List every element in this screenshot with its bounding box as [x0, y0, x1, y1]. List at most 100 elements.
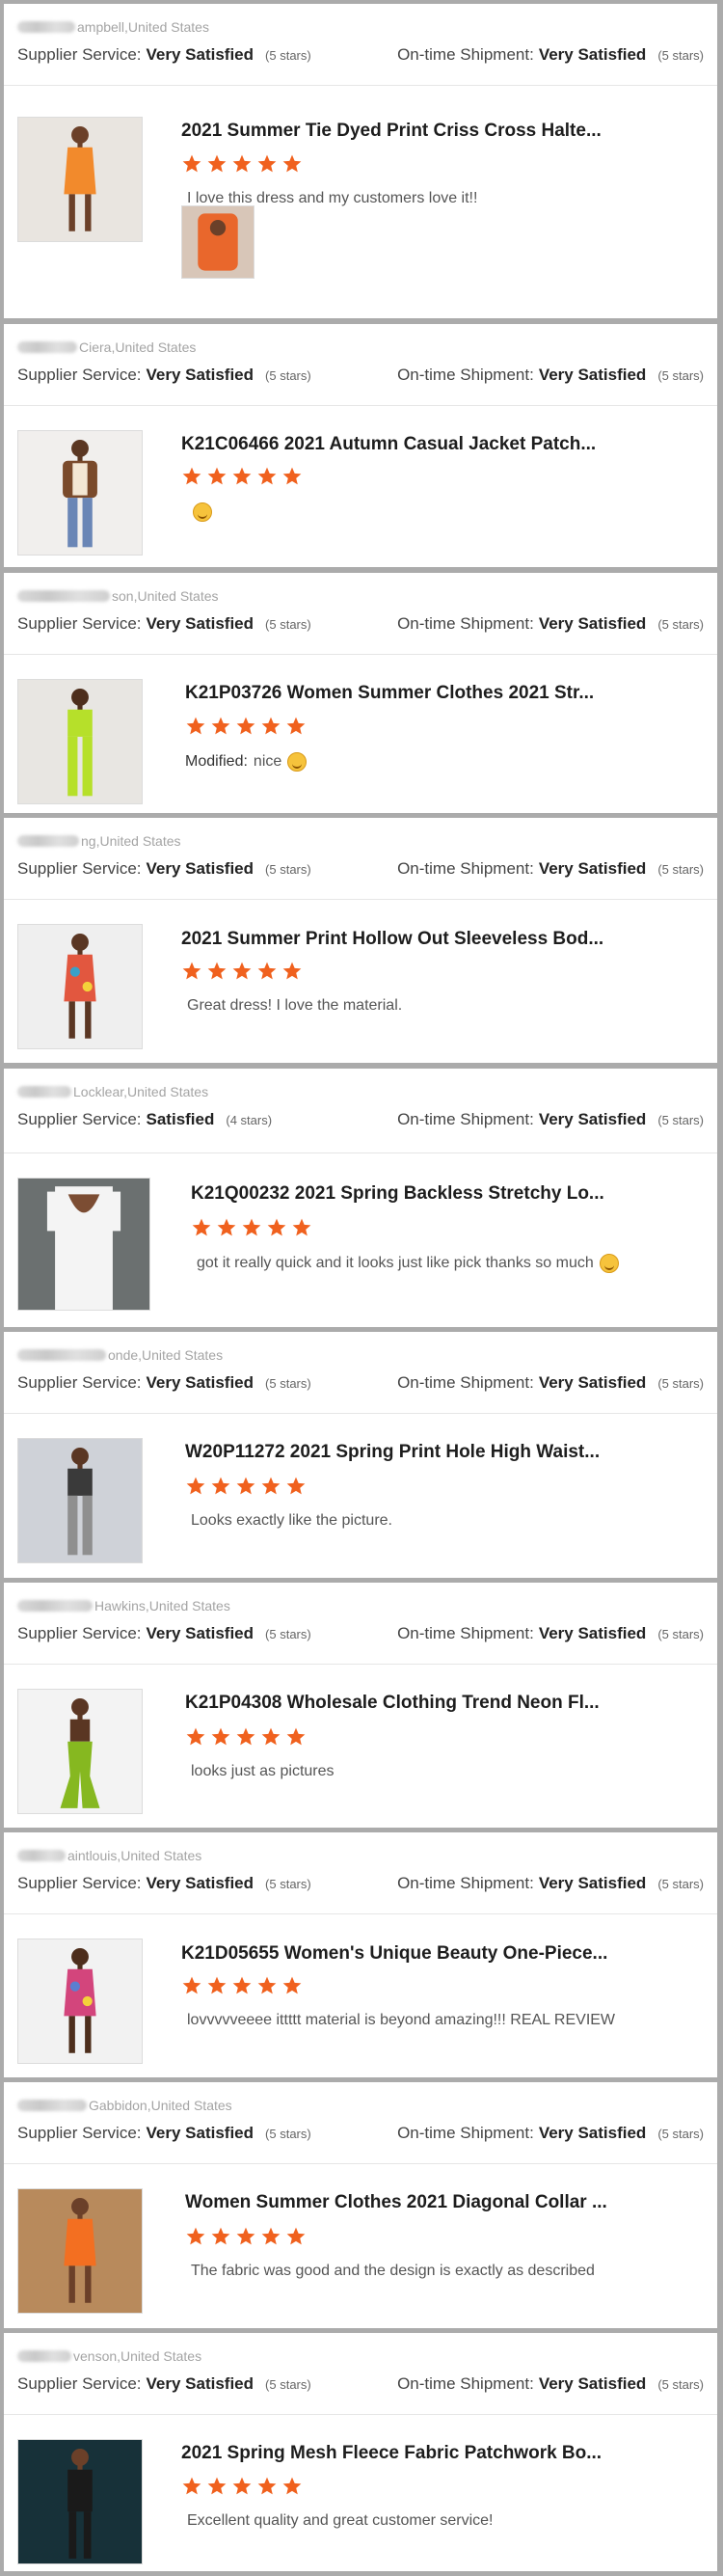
star-icon	[281, 466, 303, 487]
product-title-link[interactable]: K21P04308 Wholesale Clothing Trend Neon …	[185, 1693, 600, 1714]
star-icon	[256, 466, 278, 487]
review-comment-text: Looks exactly like the picture.	[191, 1512, 392, 1529]
star-icon	[281, 2476, 303, 2497]
star-icon	[260, 1726, 281, 1748]
product-thumbnail[interactable]	[17, 1939, 143, 2064]
star-icon	[206, 1975, 228, 1996]
ontime-shipment-stars: (5 stars)	[657, 616, 704, 632]
reviewer-name-redacted	[17, 2350, 71, 2362]
star-icon	[181, 1975, 202, 1996]
reviewer-name-redacted	[17, 1086, 71, 1098]
review-star-rating	[191, 1217, 312, 1238]
review-header: ng,United States Supplier Service: Very …	[4, 818, 717, 900]
review-comment-text: looks just as pictures	[191, 1763, 335, 1779]
review-comment-text: nice	[253, 753, 282, 770]
product-thumbnail[interactable]	[17, 1689, 143, 1814]
supplier-service-stars: (5 stars)	[265, 616, 311, 632]
ontime-shipment-label: On-time Shipment:	[397, 2124, 534, 2142]
product-title-link[interactable]: K21C06466 2021 Autumn Casual Jacket Patc…	[181, 434, 596, 455]
product-thumbnail[interactable]	[17, 117, 143, 242]
reviewer-info: Gabbidon,United States	[4, 2082, 717, 2114]
review-star-rating	[185, 716, 307, 737]
review-comment-text: Excellent quality and great customer ser…	[187, 2512, 494, 2529]
supplier-service-rating: Very Satisfied	[146, 2374, 254, 2393]
review-header: Locklear,United States Supplier Service:…	[4, 1069, 717, 1153]
review-comment-text: lovvvvveeee ittttt material is beyond am…	[187, 2012, 616, 2028]
review-comment: The fabric was good and the design is ex…	[185, 2263, 595, 2280]
star-icon	[206, 2476, 228, 2497]
reviewer-name-redacted	[17, 21, 75, 33]
reviewer-location: Hawkins,United States	[94, 1598, 230, 1613]
star-icon	[285, 1726, 307, 1748]
review-comment: Excellent quality and great customer ser…	[181, 2512, 493, 2530]
star-icon	[206, 153, 228, 175]
ontime-shipment-rating: Very Satisfied	[538, 2124, 647, 2142]
star-icon	[210, 2226, 231, 2247]
product-title-link[interactable]: K21P03726 Women Summer Clothes 2021 Str.…	[185, 683, 594, 704]
reviewer-name-redacted	[17, 1850, 66, 1861]
review-star-rating	[181, 1975, 303, 1996]
supplier-service-stars: (5 stars)	[265, 2126, 311, 2141]
ontime-shipment: On-time Shipment: Very Satisfied (5 star…	[397, 1874, 717, 1893]
review-comment-text: Great dress! I love the material.	[187, 997, 403, 1014]
product-thumbnail[interactable]	[17, 2439, 143, 2564]
product-title-link[interactable]: W20P11272 2021 Spring Print Hole High Wa…	[185, 1442, 600, 1463]
supplier-service-label: Supplier Service:	[17, 859, 142, 878]
review-card: Ciera,United States Supplier Service: Ve…	[4, 324, 717, 567]
product-thumbnail[interactable]	[17, 1178, 150, 1311]
supplier-service-label: Supplier Service:	[17, 1874, 142, 1892]
review-header: Hawkins,United States Supplier Service: …	[4, 1583, 717, 1665]
product-thumbnail[interactable]	[17, 2188, 143, 2314]
supplier-service-rating: Very Satisfied	[146, 45, 254, 64]
star-icon	[256, 961, 278, 982]
review-comment: Modified: nice	[185, 752, 308, 772]
review-header: onde,United States Supplier Service: Ver…	[4, 1332, 717, 1414]
product-title-link[interactable]: K21D05655 Women's Unique Beauty One-Piec…	[181, 1943, 607, 1965]
ontime-shipment-label: On-time Shipment:	[397, 1874, 534, 1892]
review-card: son,United States Supplier Service: Very…	[4, 573, 717, 813]
ontime-shipment: On-time Shipment: Very Satisfied (5 star…	[397, 2374, 717, 2394]
review-comment: Great dress! I love the material.	[181, 997, 402, 1015]
product-title-link[interactable]: 2021 Spring Mesh Fleece Fabric Patchwork…	[181, 2443, 602, 2464]
star-icon	[206, 961, 228, 982]
reviewer-location: aintlouis,United States	[67, 1848, 202, 1863]
star-icon	[235, 2226, 256, 2247]
ontime-shipment-rating: Very Satisfied	[538, 366, 647, 384]
supplier-service-label: Supplier Service:	[17, 1373, 142, 1392]
ontime-shipment-rating: Very Satisfied	[538, 45, 647, 64]
smiley-emoji-icon	[287, 752, 308, 772]
star-icon	[256, 153, 278, 175]
product-title-link[interactable]: 2021 Summer Print Hollow Out Sleeveless …	[181, 929, 603, 950]
reviewer-location: venson,United States	[73, 2348, 202, 2364]
supplier-service-rating: Very Satisfied	[146, 1874, 254, 1892]
product-thumbnail[interactable]	[17, 679, 143, 804]
star-icon	[185, 1726, 206, 1748]
product-thumbnail[interactable]	[17, 430, 143, 556]
product-title-link[interactable]: K21Q00232 2021 Spring Backless Stretchy …	[191, 1183, 604, 1205]
reviewer-location: son,United States	[112, 588, 219, 604]
star-icon	[260, 1476, 281, 1497]
reviewer-info: Ciera,United States	[4, 324, 717, 356]
product-thumbnail[interactable]	[17, 924, 143, 1049]
ontime-shipment-stars: (5 stars)	[657, 1876, 704, 1891]
product-thumbnail[interactable]	[17, 1438, 143, 1563]
ontime-shipment-label: On-time Shipment:	[397, 614, 534, 633]
service-ratings: Supplier Service: Satisfied (4 stars) On…	[4, 1100, 717, 1130]
supplier-service-label: Supplier Service:	[17, 2124, 142, 2142]
supplier-service-rating: Very Satisfied	[146, 1373, 254, 1392]
star-icon	[281, 961, 303, 982]
reviewer-info: Hawkins,United States	[4, 1583, 717, 1614]
ontime-shipment-label: On-time Shipment:	[397, 366, 534, 384]
review-star-rating	[185, 1726, 307, 1748]
supplier-service-stars: (5 stars)	[265, 1626, 311, 1641]
product-title-link[interactable]: 2021 Summer Tie Dyed Print Criss Cross H…	[181, 121, 602, 142]
supplier-service-rating: Very Satisfied	[146, 859, 254, 878]
ontime-shipment: On-time Shipment: Very Satisfied (5 star…	[397, 1110, 717, 1129]
product-title-link[interactable]: Women Summer Clothes 2021 Diagonal Colla…	[185, 2192, 607, 2213]
ontime-shipment-rating: Very Satisfied	[538, 2374, 647, 2393]
ontime-shipment-rating: Very Satisfied	[538, 1110, 647, 1128]
review-photo-thumbnail[interactable]	[181, 205, 254, 279]
review-card: onde,United States Supplier Service: Ver…	[4, 1332, 717, 1578]
star-icon	[191, 1217, 212, 1238]
ontime-shipment-label: On-time Shipment:	[397, 45, 534, 64]
